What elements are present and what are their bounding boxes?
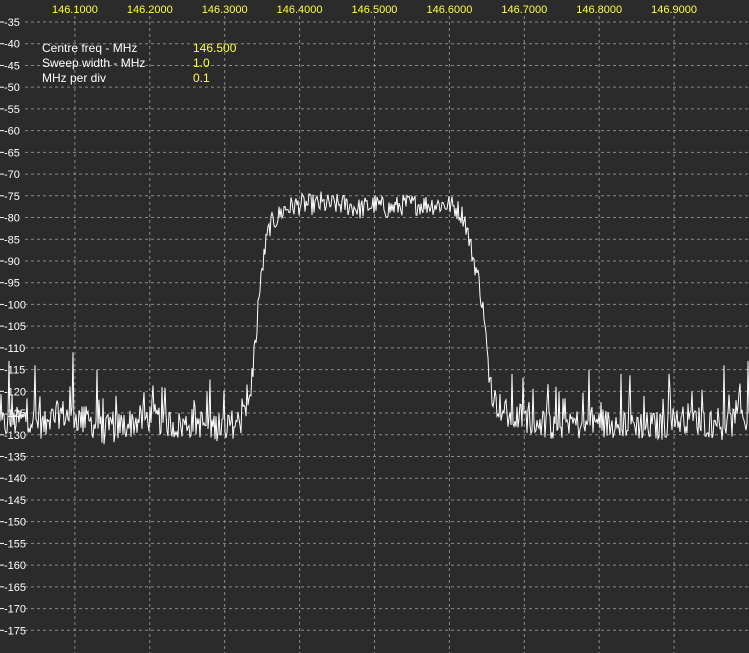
level-tick-label: -55 [4,104,20,116]
level-tick-label: -125 [4,408,26,420]
level-tick-label: -175 [4,625,26,637]
centre-freq-row: Centre freq - MHz 146.500 [42,41,282,56]
centre-freq-label: Centre freq - MHz [42,41,138,55]
freq-tick-label: 146.4000 [277,4,323,16]
level-tick-label: -65 [4,147,20,159]
sweep-width-row: Sweep width - MHz 1.0 [42,56,282,71]
freq-tick-label: 146.5000 [352,4,398,16]
level-tick-label: -70 [4,169,20,181]
level-tick-label: -40 [4,39,20,51]
level-tick-label: -145 [4,495,26,507]
mhz-per-div-label: MHz per div [42,71,107,85]
sweep-width-label: Sweep width - MHz [42,56,146,70]
level-tick-label: -60 [4,126,20,138]
freq-tick-label: 146.2000 [127,4,173,16]
sweep-info-panel: Centre freq - MHz 146.500 Sweep width - … [42,41,282,86]
level-tick-label: -155 [4,538,26,550]
level-tick-label: -75 [4,191,20,203]
level-tick-label: -115 [4,365,25,377]
freq-tick-label: 146.9000 [651,4,697,16]
level-tick-label: -80 [4,213,20,225]
freq-tick-label: 146.6000 [426,4,472,16]
centre-freq-value: 146.500 [193,41,237,55]
level-tick-label: -100 [4,299,26,311]
sweep-width-value: 1.0 [193,56,210,70]
freq-tick-label: 146.7000 [501,4,547,16]
freq-tick-label: 146.3000 [202,4,248,16]
frequency-axis-labels: 146.1000 146.2000 146.3000 146.4000 146.5000… [52,4,697,16]
level-tick-label: -95 [4,278,20,290]
freq-tick-label: 146.8000 [576,4,622,16]
level-tick-label: -45 [4,60,20,72]
level-tick-label: -150 [4,517,26,529]
level-tick-label: -105 [4,321,26,333]
level-tick-label: -135 [4,452,26,464]
spectrum-analyzer-display: 146.1000 146.2000 146.3000 146.4000 146.5000… [0,0,749,653]
level-tick-label: -50 [4,82,20,94]
level-tick-label: -90 [4,256,20,268]
level-tick-label: -35 [4,17,20,29]
level-tick-label: -140 [4,473,26,485]
level-tick-label: -170 [4,604,26,616]
mhz-per-div-row: MHz per div 0.1 [42,71,282,86]
level-tick-label: -120 [4,386,26,398]
level-tick-label: -110 [4,343,25,355]
level-tick-label: -85 [4,234,20,246]
level-tick-label: -160 [4,560,26,572]
mhz-per-div-value: 0.1 [193,71,210,85]
level-tick-label: -165 [4,582,26,594]
freq-tick-label: 146.1000 [52,4,98,16]
